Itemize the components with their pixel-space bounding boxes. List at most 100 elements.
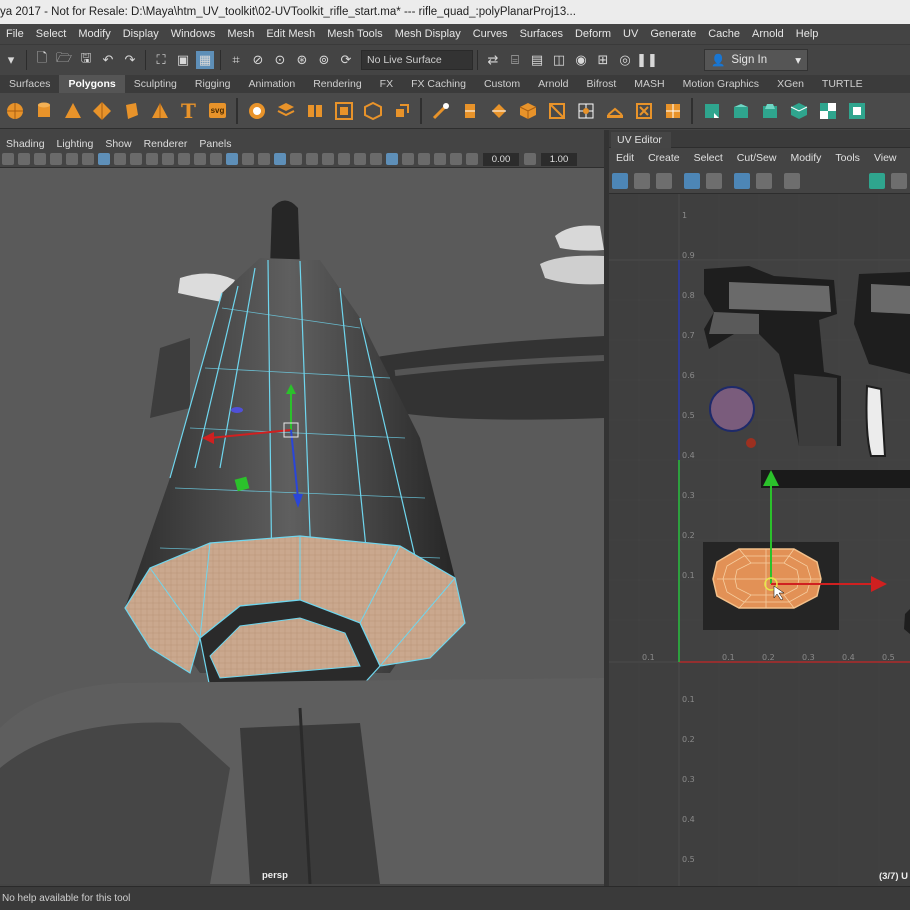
wireframe-icon[interactable] bbox=[210, 153, 222, 165]
uv-snapshot-icon[interactable] bbox=[784, 172, 800, 189]
uv-checker-icon[interactable] bbox=[817, 100, 839, 122]
menu-mesh[interactable]: Mesh bbox=[221, 28, 260, 40]
shelf-tab-bifrost[interactable]: Bifrost bbox=[578, 75, 626, 93]
snap-grid-icon[interactable]: ⌗ bbox=[227, 51, 245, 69]
snap-live-icon[interactable]: ⟳ bbox=[337, 51, 355, 69]
smooth-shade-icon[interactable] bbox=[226, 153, 238, 165]
uv-planar-icon[interactable] bbox=[701, 100, 723, 122]
poly-type-icon[interactable]: T bbox=[178, 99, 200, 123]
menu-uv[interactable]: UV bbox=[617, 28, 644, 40]
new-scene-icon[interactable]: 🗋 bbox=[33, 50, 51, 69]
menu-surfaces[interactable]: Surfaces bbox=[514, 28, 569, 40]
image-plane-icon[interactable] bbox=[50, 153, 62, 165]
smooth-icon[interactable] bbox=[304, 100, 326, 122]
menu-display[interactable]: Display bbox=[117, 28, 165, 40]
uv-automatic-icon[interactable] bbox=[788, 100, 810, 122]
tab-uv-editor[interactable]: UV Editor bbox=[611, 132, 671, 148]
uv-menu-modify[interactable]: Modify bbox=[783, 152, 828, 164]
poly-torus-icon[interactable] bbox=[120, 100, 142, 122]
shadows-icon[interactable] bbox=[322, 153, 334, 165]
use-all-lights-icon[interactable] bbox=[306, 153, 318, 165]
hud-icon[interactable] bbox=[450, 153, 462, 165]
render-settings-icon[interactable]: ⊞ bbox=[594, 51, 612, 69]
shelf-tab-custom[interactable]: Custom bbox=[475, 75, 529, 93]
save-scene-icon[interactable]: 🖫 bbox=[77, 50, 95, 69]
menu-generate[interactable]: Generate bbox=[644, 28, 702, 40]
safe-action-icon[interactable] bbox=[178, 153, 190, 165]
ipr-render-icon[interactable]: ◉ bbox=[572, 51, 590, 69]
film-gate-icon[interactable] bbox=[114, 153, 126, 165]
construction-history-icon[interactable]: ⌸ bbox=[506, 51, 524, 69]
viewport-menu-panels[interactable]: Panels bbox=[193, 138, 237, 150]
reduce-icon[interactable] bbox=[662, 100, 684, 122]
resolution-gate-icon[interactable] bbox=[130, 153, 142, 165]
select-hierarchy-icon[interactable]: ⛶ bbox=[152, 51, 170, 69]
default-material-icon[interactable] bbox=[242, 153, 254, 165]
multi-cut-icon[interactable] bbox=[546, 100, 568, 122]
menu-cache[interactable]: Cache bbox=[702, 28, 746, 40]
hypershade-icon[interactable]: ◎ bbox=[616, 51, 634, 69]
shelf-tab-mash[interactable]: MASH bbox=[625, 75, 673, 93]
collapse-icon[interactable] bbox=[633, 100, 655, 122]
menu-mesh-display[interactable]: Mesh Display bbox=[389, 28, 467, 40]
uv-editor-icon[interactable] bbox=[846, 100, 868, 122]
menu-deform[interactable]: Deform bbox=[569, 28, 617, 40]
2d-pan-zoom-icon[interactable] bbox=[82, 153, 94, 165]
viewport-menu-lighting[interactable]: Lighting bbox=[51, 138, 100, 150]
connect-icon[interactable] bbox=[604, 100, 626, 122]
shelf-tab-xgen[interactable]: XGen bbox=[768, 75, 813, 93]
input-output-icon[interactable]: ⇄ bbox=[484, 51, 502, 69]
pause-icon[interactable]: ❚❚ bbox=[636, 51, 658, 69]
shelf-tab-fx-caching[interactable]: FX Caching bbox=[402, 75, 475, 93]
menu-mesh-tools[interactable]: Mesh Tools bbox=[321, 28, 388, 40]
poly-cylinder-icon[interactable] bbox=[33, 100, 55, 122]
menu-modify[interactable]: Modify bbox=[72, 28, 116, 40]
select-object-icon[interactable]: ▣ bbox=[174, 51, 192, 69]
sign-in-button[interactable]: 👤 Sign In ▾ bbox=[704, 48, 808, 71]
gamma-field[interactable]: 1.00 bbox=[541, 152, 577, 166]
menu-file[interactable]: File bbox=[0, 28, 30, 40]
boolean-icon[interactable] bbox=[362, 100, 384, 122]
menu-edit-mesh[interactable]: Edit Mesh bbox=[260, 28, 321, 40]
safe-title-icon[interactable] bbox=[194, 153, 206, 165]
anti-aliasing-icon[interactable] bbox=[370, 153, 382, 165]
menu-set-dropdown-icon[interactable]: ▾ bbox=[2, 51, 20, 69]
mirror-icon[interactable] bbox=[333, 100, 355, 122]
render-frame-icon[interactable]: ▤ bbox=[528, 51, 546, 69]
uv-checker-toggle-icon[interactable] bbox=[756, 172, 772, 189]
menu-arnold[interactable]: Arnold bbox=[746, 28, 790, 40]
target-weld-icon[interactable] bbox=[575, 100, 597, 122]
uv-cylindrical-icon[interactable] bbox=[730, 100, 752, 122]
xray-joints-icon[interactable] bbox=[418, 153, 430, 165]
uv-shaded-icon[interactable] bbox=[734, 172, 750, 189]
gate-mask-icon[interactable] bbox=[146, 153, 158, 165]
separate-icon[interactable] bbox=[275, 100, 297, 122]
uv-canvas[interactable]: 0.1 0.1 0.2 0.3 0.4 0.5 1 0.9 0.8 0.7 0.6 0.5 0.4 0.3… bbox=[609, 194, 910, 886]
snap-view-icon[interactable]: ⊛ bbox=[293, 51, 311, 69]
uv-filter-icon[interactable] bbox=[891, 172, 907, 189]
perspective-viewport[interactable]: persp bbox=[0, 168, 604, 884]
viewport-menu-renderer[interactable]: Renderer bbox=[138, 138, 194, 150]
gamma-icon[interactable] bbox=[524, 153, 536, 165]
uv-menu-edit[interactable]: Edit bbox=[609, 152, 641, 164]
uv-menu-cut-sew[interactable]: Cut/Sew bbox=[730, 152, 784, 164]
shelf-tab-animation[interactable]: Animation bbox=[240, 75, 305, 93]
fill-hole-icon[interactable] bbox=[517, 100, 539, 122]
uv-select-icon[interactable] bbox=[612, 172, 628, 189]
menu-help[interactable]: Help bbox=[790, 28, 825, 40]
menu-windows[interactable]: Windows bbox=[165, 28, 222, 40]
grease-pencil-icon[interactable] bbox=[66, 153, 78, 165]
uv-rotate-icon[interactable] bbox=[656, 172, 672, 189]
live-surface-field[interactable]: No Live Surface bbox=[361, 49, 473, 70]
redo-icon[interactable]: ↷ bbox=[121, 51, 139, 69]
select-camera-icon[interactable] bbox=[2, 153, 14, 165]
menu-select[interactable]: Select bbox=[30, 28, 73, 40]
exposure-icon[interactable] bbox=[466, 153, 478, 165]
poly-svg-icon[interactable]: svg bbox=[207, 100, 229, 122]
depth-of-field-icon[interactable] bbox=[386, 153, 398, 165]
xray-active-icon[interactable] bbox=[434, 153, 446, 165]
viewport-menu-show[interactable]: Show bbox=[99, 138, 137, 150]
xray-icon[interactable] bbox=[290, 153, 302, 165]
bookmarks-icon[interactable] bbox=[34, 153, 46, 165]
textured-icon[interactable] bbox=[258, 153, 270, 165]
